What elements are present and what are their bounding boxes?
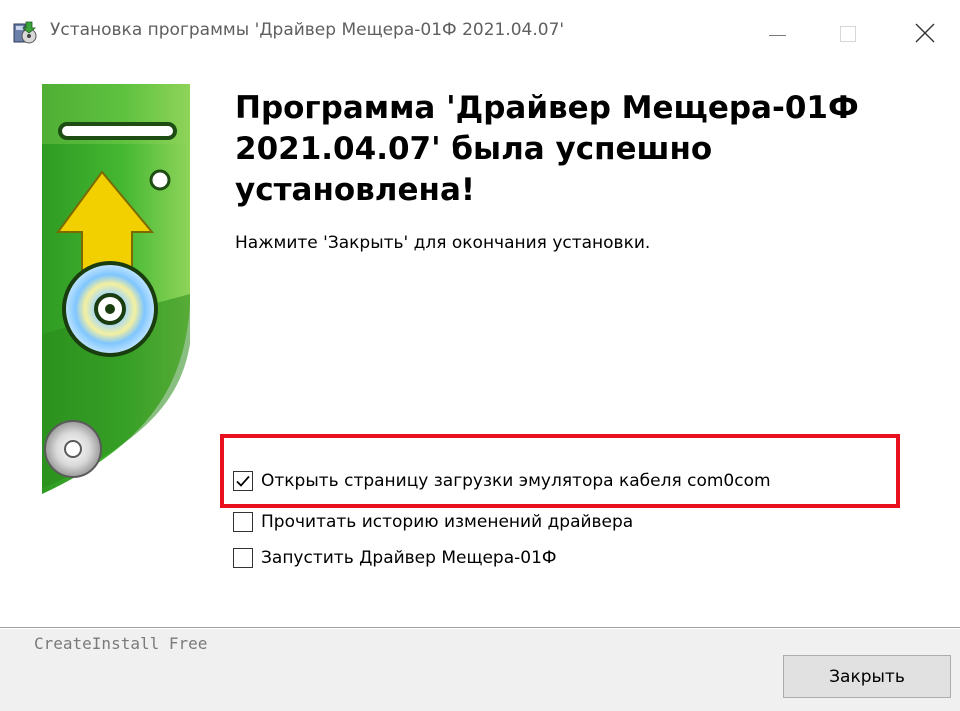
checkbox-checked[interactable] bbox=[233, 471, 253, 491]
page-title: Программа 'Драйвер Мещера-01Ф 2021.04.07… bbox=[235, 90, 859, 208]
option-read-changelog[interactable]: Прочитать историю изменений драйвера bbox=[233, 509, 633, 535]
installer-brand: CreateInstall Free bbox=[34, 634, 208, 653]
checkbox-unchecked[interactable] bbox=[233, 512, 253, 532]
close-button[interactable]: Закрыть bbox=[783, 655, 951, 698]
option-launch-driver[interactable]: Запустить Драйвер Мещера-01Ф bbox=[233, 545, 557, 571]
installer-window: Установка программы 'Драйвер Мещера-01Ф … bbox=[0, 0, 960, 711]
installer-icon bbox=[12, 20, 38, 46]
maximize-icon bbox=[822, 8, 872, 58]
minimize-icon[interactable] bbox=[752, 8, 802, 58]
close-icon[interactable] bbox=[900, 8, 950, 58]
option-label: Открыть страницу загрузки эмулятора кабе… bbox=[261, 471, 771, 491]
instruction-text: Нажмите 'Закрыть' для окончания установк… bbox=[235, 233, 651, 253]
option-label: Запустить Драйвер Мещера-01Ф bbox=[261, 548, 557, 568]
option-open-download-page[interactable]: Открыть страницу загрузки эмулятора кабе… bbox=[233, 468, 771, 494]
footer-divider-highlight bbox=[0, 628, 960, 629]
checkmark-icon bbox=[236, 475, 250, 487]
title-bar[interactable]: Установка программы 'Драйвер Мещера-01Ф … bbox=[0, 0, 960, 64]
installer-side-graphic bbox=[40, 84, 190, 539]
window-title: Установка программы 'Драйвер Мещера-01Ф … bbox=[50, 20, 565, 40]
checkbox-unchecked[interactable] bbox=[233, 548, 253, 568]
option-label: Прочитать историю изменений драйвера bbox=[261, 512, 634, 532]
